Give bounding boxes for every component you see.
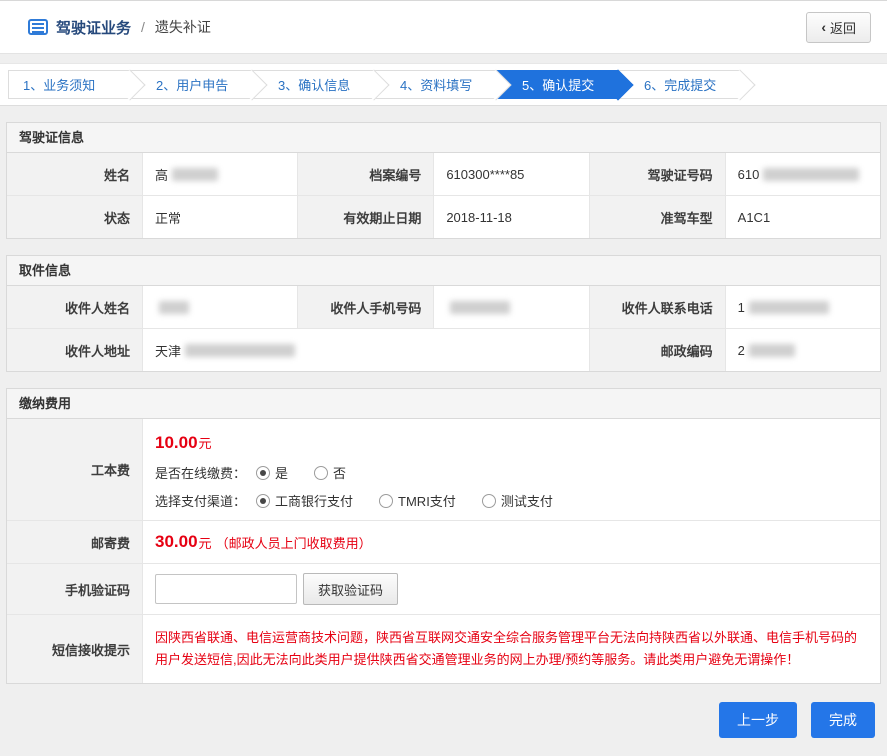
step-1-business-notice[interactable]: 1、业务须知 [8, 70, 130, 99]
postcode-value: 2 [726, 329, 880, 371]
vehicle-class-label: 准驾车型 [590, 196, 725, 238]
mailing-fee-label: 邮寄费 [7, 521, 142, 563]
masked-data [185, 344, 295, 357]
footer-actions: 上一步 完成 [12, 702, 875, 738]
name-label: 姓名 [7, 153, 142, 195]
pickup-section-title: 取件信息 [7, 256, 880, 286]
radio-channel-icbc[interactable]: 工商银行支付 [256, 491, 353, 510]
license-number-value: 610 [726, 153, 880, 195]
recipient-name-label: 收件人姓名 [7, 286, 142, 328]
expiry-value: 2018-11-18 [434, 196, 588, 238]
masked-data [749, 301, 829, 314]
sms-notice-content: 因陕西省联通、电信运营商技术问题，陕西省互联网交通安全综合服务管理平台无法向持陕… [143, 615, 880, 683]
production-fee-content: 10.00元 是否在线缴费： 是 否 选择支付渠道： [143, 419, 880, 520]
step-5-confirm-submit[interactable]: 5、确认提交 [496, 70, 618, 99]
radio-online-no[interactable]: 否 [314, 463, 346, 482]
radio-online-no-label: 否 [333, 463, 346, 482]
file-number-value: 610300****85 [434, 153, 588, 195]
license-number-text: 610 [738, 167, 760, 182]
previous-step-button[interactable]: 上一步 [719, 702, 797, 738]
vehicle-class-value: A1C1 [726, 196, 880, 238]
document-icon [28, 19, 48, 35]
radio-channel-icbc-label: 工商银行支付 [275, 491, 353, 510]
radio-unselected-icon [314, 466, 328, 480]
name-value: 高 [143, 153, 297, 195]
postcode-text: 2 [738, 343, 745, 358]
sms-code-label: 手机验证码 [7, 564, 142, 614]
get-sms-code-button[interactable]: 获取验证码 [303, 573, 398, 605]
radio-channel-tmri-label: TMRI支付 [398, 491, 456, 510]
production-fee-label: 工本费 [7, 419, 142, 520]
masked-data [159, 301, 189, 314]
license-info-table: 姓名 高 档案编号 610300****85 驾驶证号码 610 状态 正常 有… [7, 153, 880, 238]
recipient-mobile-value [434, 286, 588, 328]
finish-button[interactable]: 完成 [811, 702, 875, 738]
payment-channel-row: 选择支付渠道： 工商银行支付 TMRI支付 测试支付 [155, 491, 866, 510]
masked-data [172, 168, 218, 181]
radio-online-yes-label: 是 [275, 463, 288, 482]
step-4-fill-data[interactable]: 4、资料填写 [374, 70, 496, 99]
breadcrumb-divider: / [141, 19, 145, 35]
license-number-label: 驾驶证号码 [590, 153, 725, 195]
payment-table: 工本费 10.00元 是否在线缴费： 是 否 选 [7, 419, 880, 683]
mailing-fee-unit: 元 [199, 533, 212, 552]
page: 驾驶证业务 / 遗失补证 ‹ 返回 1、业务须知 2、用户申告 3、确认信息 4… [0, 0, 887, 756]
sms-code-content: 获取验证码 [143, 564, 880, 614]
page-title: 驾驶证业务 [56, 17, 131, 38]
file-number-label: 档案编号 [298, 153, 433, 195]
step-3-confirm-info[interactable]: 3、确认信息 [252, 70, 374, 99]
license-section-title: 驾驶证信息 [7, 123, 880, 153]
production-fee-amount-line: 10.00元 [155, 433, 866, 453]
recipient-phone-label: 收件人联系电话 [590, 286, 725, 328]
masked-data [450, 301, 510, 314]
step-2-user-declaration[interactable]: 2、用户申告 [130, 70, 252, 99]
postcode-label: 邮政编码 [590, 329, 725, 371]
status-value: 正常 [143, 196, 297, 238]
online-payment-question: 是否在线缴费： [155, 463, 246, 482]
masked-data [749, 344, 795, 357]
radio-channel-tmri[interactable]: TMRI支付 [379, 491, 456, 510]
back-button[interactable]: ‹ 返回 [806, 12, 871, 43]
recipient-mobile-label: 收件人手机号码 [298, 286, 433, 328]
radio-selected-icon [256, 494, 270, 508]
recipient-phone-value: 1 [726, 286, 880, 328]
radio-channel-test-label: 测试支付 [501, 491, 553, 510]
online-payment-question-row: 是否在线缴费： 是 否 [155, 463, 866, 482]
radio-unselected-icon [379, 494, 393, 508]
license-info-section: 驾驶证信息 姓名 高 档案编号 610300****85 驾驶证号码 610 状… [6, 122, 881, 239]
recipient-address-label: 收件人地址 [7, 329, 142, 371]
payment-channel-question: 选择支付渠道： [155, 491, 246, 510]
status-label: 状态 [7, 196, 142, 238]
production-fee-unit: 元 [199, 436, 212, 451]
radio-channel-test[interactable]: 测试支付 [482, 491, 553, 510]
back-button-label: 返回 [830, 18, 856, 37]
radio-unselected-icon [482, 494, 496, 508]
step-6-complete-submit[interactable]: 6、完成提交 [618, 70, 740, 99]
recipient-address-value: 天津 [143, 329, 589, 371]
topbar: 驾驶证业务 / 遗失补证 ‹ 返回 [0, 0, 887, 54]
pickup-info-section: 取件信息 收件人姓名 收件人手机号码 收件人联系电话 1 收件人地址 天津 邮政… [6, 255, 881, 372]
sms-notice-label: 短信接收提示 [7, 615, 142, 683]
breadcrumb-current: 遗失补证 [155, 17, 211, 37]
radio-selected-icon [256, 466, 270, 480]
sms-notice-text: 因陕西省联通、电信运营商技术问题，陕西省互联网交通安全综合服务管理平台无法向持陕… [155, 627, 864, 671]
breadcrumb: 驾驶证业务 / 遗失补证 [28, 17, 211, 38]
production-fee-amount: 10.00 [155, 433, 198, 452]
name-value-text: 高 [155, 165, 168, 184]
mailing-fee-content: 30.00元（邮政人员上门收取费用） [143, 521, 880, 563]
expiry-label: 有效期止日期 [298, 196, 433, 238]
pickup-info-table: 收件人姓名 收件人手机号码 收件人联系电话 1 收件人地址 天津 邮政编码 2 [7, 286, 880, 371]
recipient-name-value [143, 286, 297, 328]
chevron-left-icon: ‹ [821, 20, 826, 34]
sms-code-input[interactable] [155, 574, 297, 604]
payment-section: 缴纳费用 工本费 10.00元 是否在线缴费： 是 否 [6, 388, 881, 684]
mailing-fee-note: （邮政人员上门收取费用） [216, 533, 372, 552]
payment-section-title: 缴纳费用 [7, 389, 880, 419]
masked-data [763, 168, 859, 181]
recipient-address-text: 天津 [155, 341, 181, 360]
steps-nav: 1、业务须知 2、用户申告 3、确认信息 4、资料填写 5、确认提交 6、完成提… [0, 63, 887, 106]
recipient-phone-text: 1 [738, 300, 745, 315]
mailing-fee-amount: 30.00 [155, 532, 198, 552]
radio-online-yes[interactable]: 是 [256, 463, 288, 482]
